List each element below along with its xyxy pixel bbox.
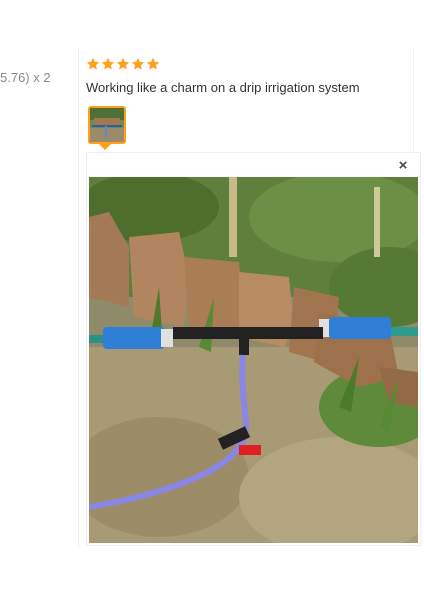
star-icon — [116, 57, 130, 70]
star-icon — [86, 57, 100, 70]
review-text: Working like a charm on a drip irrigatio… — [86, 80, 360, 95]
rating-stars — [86, 57, 160, 73]
thumbnail-selected-indicator — [99, 144, 111, 150]
star-icon — [131, 57, 145, 70]
star-icon — [146, 57, 160, 70]
photo-viewer: × — [86, 152, 421, 546]
thumbnail-image — [90, 108, 124, 142]
review-photo — [89, 177, 418, 543]
price-quantity-fragment: 5.76) x 2 — [0, 70, 51, 85]
star-icon — [101, 57, 115, 70]
review-photo-thumbnail[interactable] — [88, 106, 126, 144]
close-icon[interactable]: × — [396, 158, 410, 173]
